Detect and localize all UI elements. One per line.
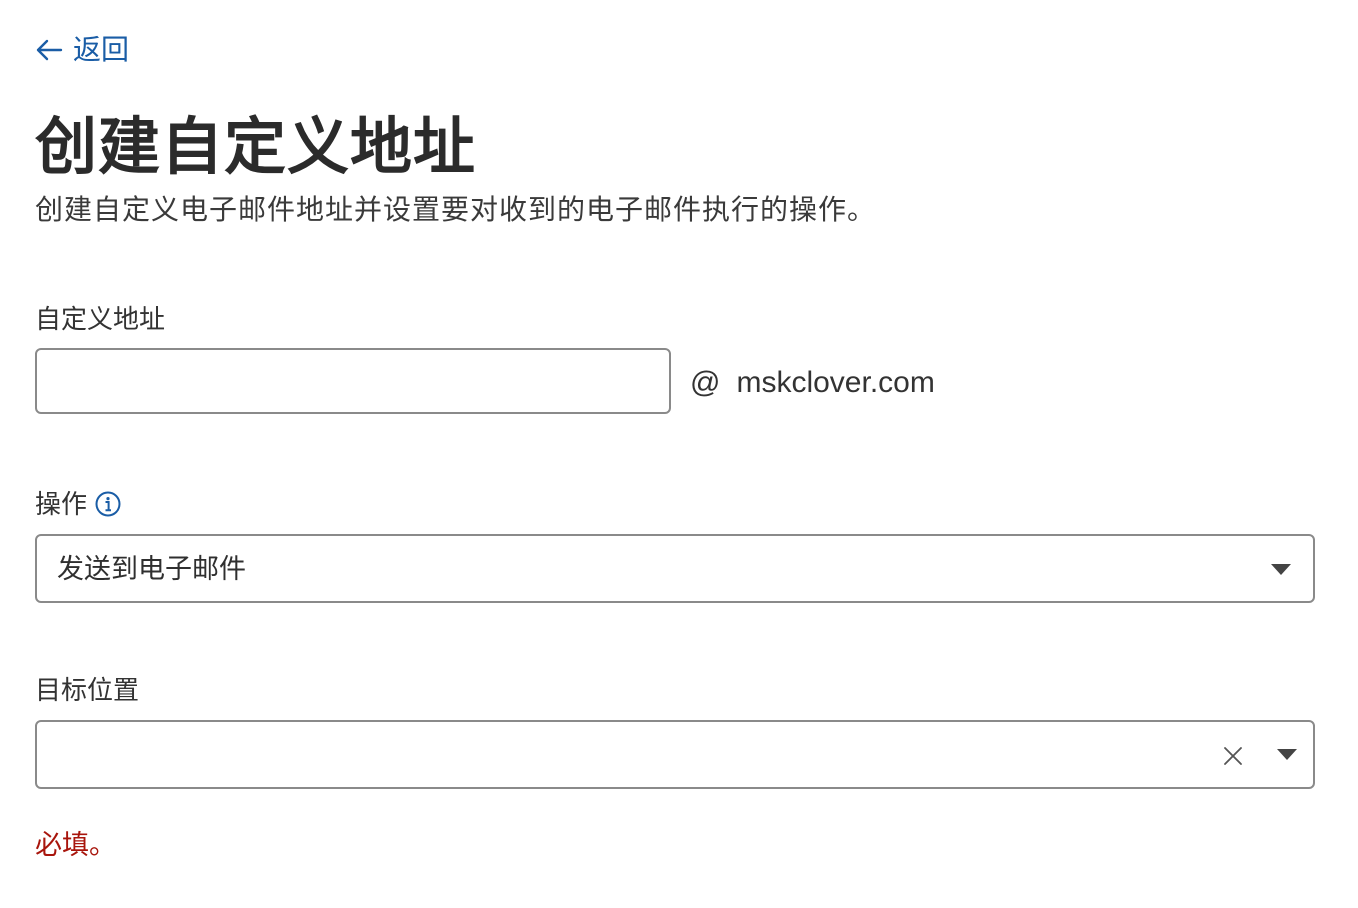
custom-address-label: 自定义地址 [35, 301, 165, 337]
back-label: 返回 [73, 34, 130, 65]
custom-address-label-text: 自定义地址 [35, 304, 166, 334]
custom-address-input[interactable] [35, 348, 671, 414]
back-link[interactable]: 返回 [35, 30, 129, 70]
domain-suffix: @ mskclover.com [690, 363, 935, 403]
action-label-text: 操作 [35, 489, 88, 519]
domain-name: mskclover.com [736, 366, 935, 399]
page-title: 创建自定义地址 [35, 113, 477, 182]
info-icon[interactable] [95, 491, 121, 517]
page-subtitle: 创建自定义电子邮件地址并设置要对收到的电子邮件执行的操作。 [35, 194, 877, 225]
action-selected-value: 发送到电子邮件 [57, 554, 246, 584]
chevron-down-icon [1271, 564, 1291, 575]
action-label: 操作 [35, 486, 121, 522]
destination-error-message: 必填。 [35, 830, 116, 860]
at-symbol: @ [690, 366, 721, 399]
destination-label: 目标位置 [35, 672, 139, 708]
destination-label-text: 目标位置 [35, 675, 140, 705]
chevron-down-icon [1277, 749, 1297, 760]
destination-select[interactable] [35, 720, 1315, 789]
action-select[interactable]: 发送到电子邮件 [35, 534, 1315, 603]
clear-icon[interactable] [1223, 746, 1243, 766]
create-custom-address-page: 返回 创建自定义地址 创建自定义电子邮件地址并设置要对收到的电子邮件执行的操作。… [0, 0, 1358, 908]
arrow-left-icon [35, 38, 63, 62]
